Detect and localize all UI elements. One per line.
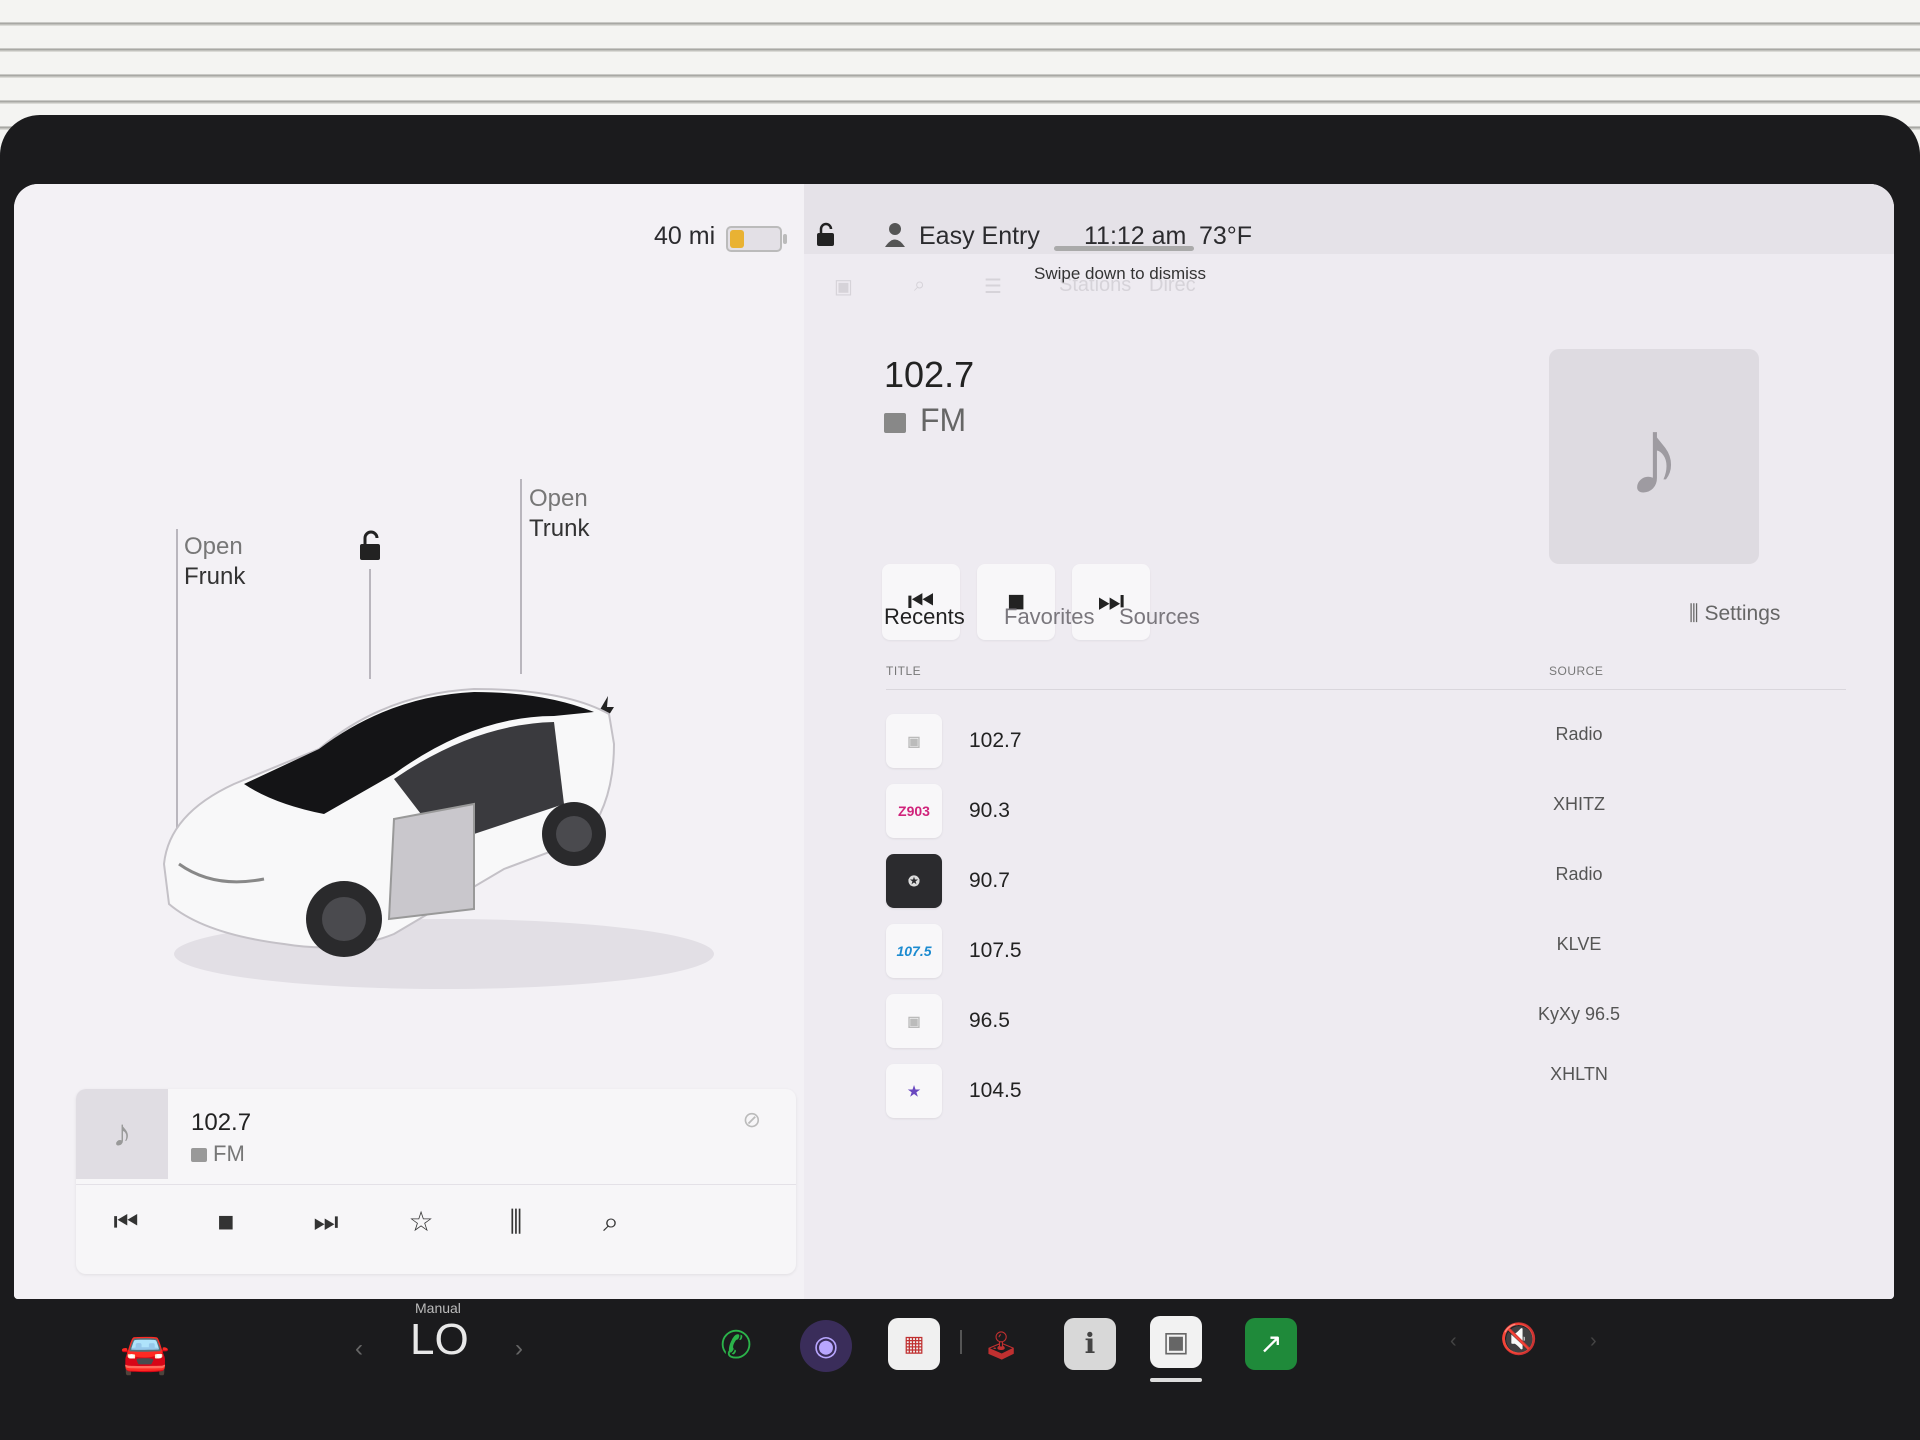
row-title: 107.5 <box>969 939 1022 962</box>
swipe-hint: Swipe down to dismiss <box>1034 264 1206 283</box>
mini-favorite-star-icon[interactable]: ☆ <box>391 1197 451 1247</box>
table-header-divider <box>886 689 1846 690</box>
row-source: KyXy 96.5 <box>1537 1004 1621 1024</box>
radio-station-logo: ▣ <box>886 994 942 1048</box>
sliders-icon: ⫼ <box>1689 602 1705 625</box>
vehicle-pane: Open Frunk Open Trunk ♪ 102.7 FM ⊘ ⏮ ■ ⏭… <box>14 184 804 1299</box>
tab-recents[interactable]: Recents <box>884 604 965 630</box>
driver-profile-name[interactable]: Easy Entry <box>919 222 1040 251</box>
swipe-handle[interactable] <box>1054 246 1194 251</box>
car-controls-icon[interactable]: 🚘 <box>120 1330 170 1377</box>
radio-source-icon <box>884 412 906 433</box>
row-title: 90.7 <box>969 869 1010 892</box>
row-source: Radio <box>1555 864 1603 884</box>
volume-mute-icon[interactable]: 🔇 <box>1500 1322 1537 1357</box>
radio-app-icon[interactable]: ▣ <box>1150 1316 1202 1368</box>
mini-station-band: FM <box>191 1141 245 1167</box>
phone-icon[interactable]: ✆ <box>710 1320 762 1372</box>
mini-album-art-music-note-icon: ♪ <box>76 1089 168 1179</box>
mini-previous-button[interactable]: ⏮ <box>96 1197 156 1247</box>
now-playing-band: FM <box>884 402 966 439</box>
streaming-off-icon: ⊘ <box>742 1107 761 1132</box>
mini-band-label: FM <box>213 1141 245 1166</box>
outside-temperature: 73°F <box>1199 222 1253 250</box>
app-launcher-icon[interactable]: ▦ <box>888 1318 940 1370</box>
range-readout: 40 mi <box>654 222 716 250</box>
volume-up-chevron-icon[interactable]: › <box>1590 1330 1597 1353</box>
battery-level-fill <box>730 230 744 248</box>
column-header-title: TITLE <box>886 664 922 678</box>
ghost-queue-icon: ☰ <box>984 276 1002 298</box>
radio-icon <box>191 1148 207 1163</box>
radio-station-logo: ▣ <box>886 714 942 768</box>
trunk-leader-line <box>520 479 522 674</box>
mini-station-title: 102.7 <box>191 1109 252 1136</box>
touchscreen: Open Frunk Open Trunk ♪ 102.7 FM ⊘ ⏮ ■ ⏭… <box>14 184 1894 1299</box>
band-label: FM <box>920 402 967 438</box>
ghost-radio-icon: ▣ <box>834 276 853 298</box>
mini-equalizer-icon[interactable]: ⫼ <box>486 1197 546 1247</box>
car-illustration[interactable] <box>144 654 734 994</box>
settings-label: Settings <box>1704 602 1781 625</box>
row-source: KLVE <box>1556 934 1602 954</box>
climate-temp-display[interactable]: LO <box>410 1315 469 1365</box>
toybox-joystick-icon[interactable]: 🕹 <box>975 1320 1027 1372</box>
row-title: 90.3 <box>969 799 1010 822</box>
ghost-search-icon: ⌕ <box>914 274 926 296</box>
album-art-music-note-icon: ♪ <box>1549 349 1759 564</box>
active-app-indicator <box>1150 1378 1202 1382</box>
temp-increase-chevron-icon[interactable]: › <box>515 1335 523 1363</box>
row-title: 102.7 <box>969 729 1022 752</box>
frunk-label-line2: Frunk <box>184 563 246 590</box>
unlocked-padlock-icon[interactable] <box>354 529 388 568</box>
battery-icon[interactable] <box>726 226 787 252</box>
z903-station-logo: Z903 <box>886 784 942 838</box>
mini-stop-button[interactable]: ■ <box>196 1197 256 1247</box>
driver-profile-icon[interactable] <box>884 222 906 253</box>
stocks-chart-icon[interactable]: ↗ <box>1245 1318 1297 1370</box>
lock-status-icon[interactable] <box>814 222 838 253</box>
mini-divider <box>76 1184 796 1185</box>
now-playing-station: 102.7 <box>884 354 975 395</box>
camera-icon[interactable]: ◉ <box>800 1320 852 1372</box>
tab-sources[interactable]: Sources <box>1119 604 1200 630</box>
climate-mode-label: Manual <box>415 1300 461 1316</box>
mini-next-button[interactable]: ⏭ <box>296 1197 356 1247</box>
settings-button[interactable]: ⫼ Settings <box>1689 602 1780 626</box>
open-trunk-button[interactable]: Open Trunk <box>529 484 589 544</box>
row-title: 96.5 <box>969 1009 1010 1032</box>
row-title: 104.5 <box>969 1079 1022 1102</box>
column-header-source: SOURCE <box>1549 664 1604 678</box>
trunk-label-line2: Trunk <box>529 515 590 542</box>
frunk-label-line1: Open <box>184 533 243 560</box>
status-bar: 40 mi Easy Entry 11:12 am 73°F <box>14 184 1894 264</box>
trunk-label-line1: Open <box>529 485 588 512</box>
station-emblem-logo: ✪ <box>886 854 942 908</box>
volume-down-chevron-icon[interactable]: ‹ <box>1450 1330 1457 1353</box>
bottom-dock: 🚘 ‹ Manual LO › ✆ ◉ ▦ 🕹 ℹ ▣ ↗ ‹ 🔇 › <box>0 1300 1920 1440</box>
dock-divider <box>960 1330 962 1354</box>
row-source: Radio <box>1555 724 1603 744</box>
temp-decrease-chevron-icon[interactable]: ‹ <box>355 1335 363 1363</box>
row-source: XHLTN <box>1550 1064 1608 1084</box>
row-source: XHITZ <box>1553 794 1605 814</box>
mini-search-icon[interactable]: ⌕ <box>581 1197 641 1247</box>
mini-media-player[interactable]: ♪ 102.7 FM ⊘ ⏮ ■ ⏭ ☆ ⫼ ⌕ <box>76 1089 796 1274</box>
klve-station-logo: 107.5 <box>886 924 942 978</box>
xhltn-station-logo: ★ <box>886 1064 942 1118</box>
open-frunk-button[interactable]: Open Frunk <box>184 532 245 592</box>
manual-info-icon[interactable]: ℹ <box>1064 1318 1116 1370</box>
tab-favorites[interactable]: Favorites <box>1004 604 1094 630</box>
